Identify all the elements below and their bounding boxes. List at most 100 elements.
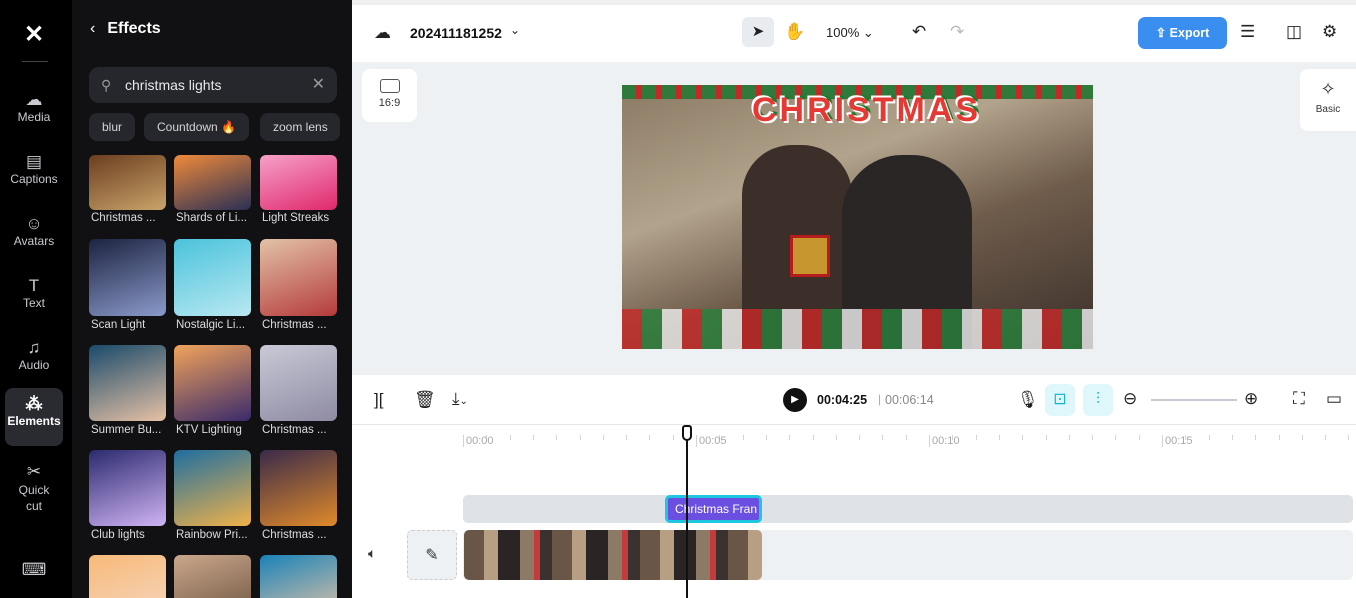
ruler-tick — [649, 435, 651, 440]
clear-search-icon[interactable]: ✕ — [312, 67, 325, 103]
effect-thumbnail[interactable] — [174, 345, 251, 421]
sparkle-icon: ✧ — [1320, 79, 1336, 99]
effect-label: Rainbow Pri... — [176, 529, 248, 541]
ruler-label: 00:00 — [466, 435, 494, 447]
effect-thumbnail[interactable] — [89, 239, 166, 316]
christmas-overlay-text: CHRISTMAS — [752, 91, 982, 129]
elements-icon: ⁂ — [25, 394, 43, 413]
effect-label: Christmas ... — [262, 319, 327, 331]
playhead[interactable] — [686, 425, 688, 598]
select-tool-button[interactable]: ➤ — [742, 17, 774, 47]
rail-item-avatars[interactable]: ☺ Avatars — [5, 208, 63, 266]
effect-thumbnail[interactable] — [260, 239, 337, 316]
zoom-in-icon[interactable]: ⊕ — [1244, 389, 1258, 409]
panel-title: ‹ Effects — [90, 20, 161, 38]
caption-view-icon[interactable]: ▭ — [1326, 389, 1342, 409]
search-input[interactable]: ⚲ christmas lights ✕ — [89, 67, 337, 103]
undo-button[interactable]: ↶ — [912, 22, 926, 42]
timeline-zoom-slider[interactable] — [1151, 399, 1237, 401]
timeline-toolbar: ][ 🗑 ⤓⌄ ▶ 00:04:25 | 00:06:14 🎙 ⊡ ⫶ ⊖ ⊕ … — [352, 375, 1356, 425]
delete-icon[interactable]: 🗑 — [414, 390, 436, 410]
basic-label: Basic — [1315, 104, 1341, 115]
effect-thumbnail[interactable] — [89, 555, 166, 598]
left-rail: ✕ ☁ Media ▤ Captions ☺ Avatars T Text ♫ Audio… — [0, 0, 72, 598]
ruler-tick — [859, 435, 861, 440]
effect-label: Club lights — [91, 529, 145, 541]
layers-icon[interactable]: ☰ — [1240, 22, 1255, 42]
play-button[interactable]: ▶ — [783, 388, 807, 412]
download-icon[interactable]: ⤓⌄ — [452, 389, 468, 409]
cloud-save-icon: ☁ — [374, 23, 391, 42]
ruler-tick — [882, 435, 884, 440]
quick-cut-icon: ✂ — [26, 462, 42, 481]
effect-thumbnail[interactable] — [260, 345, 337, 421]
effect-label: Light Streaks — [262, 212, 330, 224]
ruler-tick — [672, 435, 674, 440]
ruler-tick — [1301, 435, 1303, 440]
chip-zoom-lens[interactable]: zoom lens — [260, 113, 340, 141]
rail-item-captions[interactable]: ▤ Captions — [5, 146, 63, 204]
effect-thumbnail[interactable] — [174, 555, 251, 598]
ruler-tick — [1255, 435, 1257, 440]
back-button[interactable]: ‹ — [90, 20, 95, 37]
search-value: christmas lights — [125, 77, 222, 93]
effect-thumbnail[interactable] — [89, 345, 166, 421]
effect-thumbnail[interactable] — [89, 450, 166, 526]
redo-button[interactable]: ↷ — [950, 22, 964, 42]
rail-item-text[interactable]: T Text — [5, 270, 63, 328]
ruler-tick — [1068, 435, 1070, 440]
cloud-upload-icon: ☁ — [25, 90, 43, 109]
aspect-ratio-button[interactable]: 16:9 — [362, 69, 417, 122]
ruler-label: 00:15 — [1165, 435, 1193, 447]
effect-thumbnail[interactable] — [174, 239, 251, 316]
playhead-handle[interactable] — [682, 425, 692, 441]
search-icon: ⚲ — [101, 77, 112, 93]
effect-thumbnail[interactable] — [260, 555, 337, 598]
rail-item-audio[interactable]: ♫ Audio — [5, 332, 63, 390]
split-panel-icon[interactable]: ◫ — [1286, 22, 1302, 42]
effect-thumbnail[interactable] — [260, 155, 337, 210]
time-separator: | — [878, 392, 882, 406]
ruler-tick — [975, 435, 977, 440]
auto-snap-button[interactable]: ⊡ — [1045, 384, 1075, 416]
split-icon[interactable]: ][ — [374, 390, 383, 410]
effect-clip[interactable]: Christmas Fran — [665, 495, 762, 523]
effect-thumbnail[interactable] — [174, 450, 251, 526]
rail-item-elements[interactable]: ⁂ Elements — [5, 388, 63, 446]
zoom-dropdown[interactable]: 100% ⌄ — [826, 25, 874, 41]
rail-label: Text — [22, 296, 45, 310]
rail-label: Media — [17, 110, 51, 124]
zoom-out-icon[interactable]: ⊖ — [1123, 389, 1137, 409]
effect-thumbnail[interactable] — [260, 450, 337, 526]
ruler-tick — [1208, 435, 1210, 440]
rail-item-quick-cut[interactable]: ✂ Quick cut — [5, 456, 63, 516]
chevron-down-icon[interactable]: ⌄ — [510, 23, 520, 37]
edit-cover-button[interactable]: ✎ — [407, 530, 457, 580]
ruler-tick — [998, 435, 1000, 440]
fullscreen-icon[interactable]: ⛶ — [1293, 389, 1305, 409]
video-preview[interactable]: CHRISTMAS — [622, 85, 1093, 349]
volume-icon[interactable]: 🔈︎ — [368, 545, 376, 562]
settings-icon[interactable]: ⚙ — [1322, 22, 1337, 42]
current-time: 00:04:25 — [817, 393, 868, 407]
effect-thumbnail[interactable] — [89, 155, 166, 210]
chip-blur[interactable]: blur — [89, 113, 136, 141]
microphone-icon[interactable]: 🎙 — [1017, 390, 1039, 410]
keyboard-shortcuts-button[interactable]: ⌨ — [5, 558, 63, 584]
chip-countdown[interactable]: Countdown 🔥 — [144, 113, 250, 141]
ratio-label: 16:9 — [378, 97, 401, 109]
export-button[interactable]: ⇪ Export — [1138, 17, 1227, 49]
link-tracks-button[interactable]: ⫶ — [1083, 384, 1113, 416]
project-name[interactable]: 202411181252 — [410, 25, 502, 41]
rail-item-media[interactable]: ☁ Media — [5, 84, 63, 142]
ruler-tick — [1162, 435, 1163, 447]
rail-label: Captions — [10, 172, 58, 186]
ruler-tick — [765, 435, 767, 440]
basic-button[interactable]: ✧ Basic — [1300, 69, 1356, 131]
ruler-tick — [742, 435, 744, 440]
fire-icon: 🔥 — [221, 120, 237, 134]
effect-thumbnail[interactable] — [174, 155, 251, 210]
hand-tool-button[interactable]: ✋ — [784, 22, 805, 42]
frame-decor-bottom — [622, 309, 1093, 349]
video-clip[interactable] — [464, 530, 762, 580]
